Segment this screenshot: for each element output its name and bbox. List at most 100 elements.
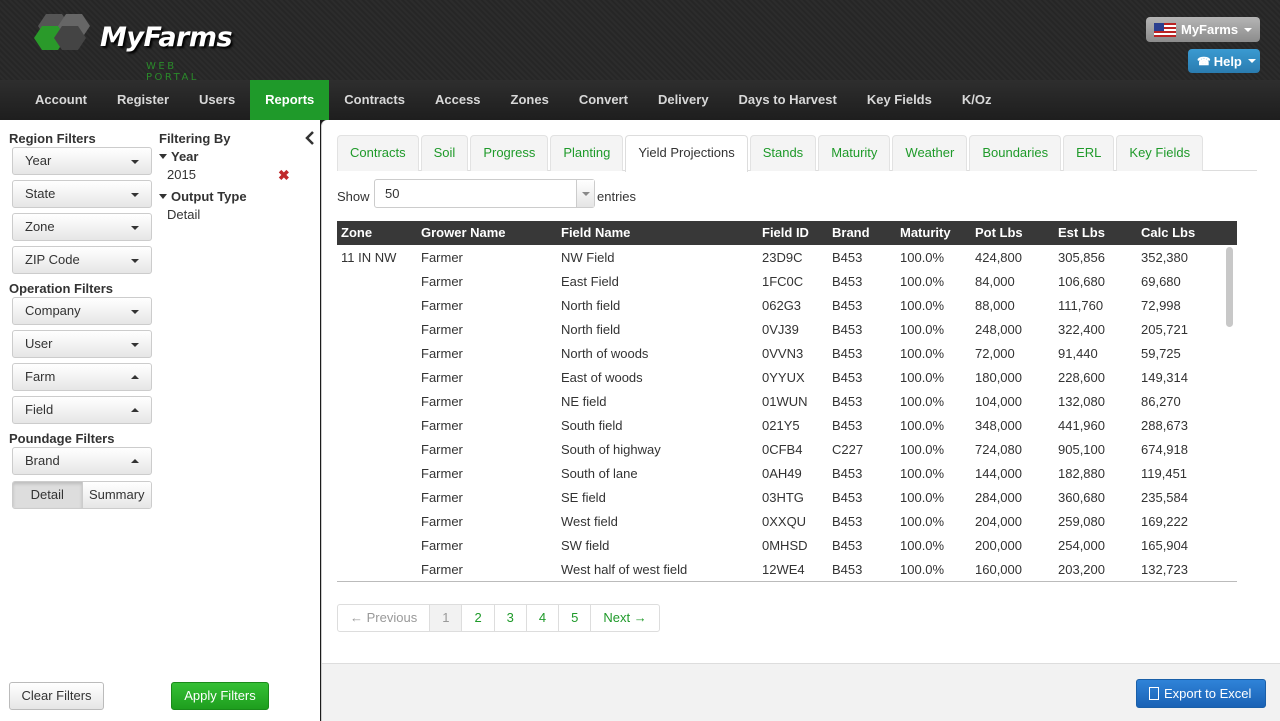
poundage-filters-title: Poundage Filters	[9, 431, 115, 446]
nav-reports[interactable]: Reports	[250, 80, 330, 120]
clear-filters-button[interactable]: Clear Filters	[9, 682, 104, 710]
app-header: MyFarms WEB PORTAL MyFarms ☎ Help	[0, 0, 1280, 83]
farm-dropdown[interactable]: Farm	[12, 363, 152, 391]
cell-field-id: 0VVN3	[762, 346, 804, 361]
tab-soil[interactable]: Soil	[420, 135, 469, 171]
table-row[interactable]: Farmer SE field 03HTG B453 100.0% 284,000 360,…	[337, 485, 1237, 509]
cell-est-lbs: 182,880	[1058, 466, 1105, 481]
cell-pot-lbs: 284,000	[975, 490, 1022, 505]
table-scrollbar[interactable]	[1226, 247, 1233, 327]
column-header-calc-lbs[interactable]: Calc Lbs	[1141, 221, 1195, 245]
nav-k-oz[interactable]: K/Oz	[947, 80, 1007, 120]
nav-convert[interactable]: Convert	[564, 80, 643, 120]
year-dropdown[interactable]: Year	[12, 147, 152, 175]
table-row[interactable]: Farmer North of woods 0VVN3 B453 100.0% 72,00…	[337, 341, 1237, 365]
table-row[interactable]: Farmer East Field 1FC0C B453 100.0% 84,000 106…	[337, 269, 1237, 293]
table-row[interactable]: Farmer North field 0VJ39 B453 100.0% 248,000 3…	[337, 317, 1237, 341]
collapse-sidebar-icon[interactable]	[303, 130, 317, 146]
previous-page-button[interactable]: ← Previous	[338, 605, 431, 631]
user-dropdown[interactable]: User	[12, 330, 152, 358]
table-row[interactable]: Farmer NE field 01WUN B453 100.0% 104,000 132,…	[337, 389, 1237, 413]
cell-field-id: 062G3	[762, 298, 802, 313]
tab-boundaries[interactable]: Boundaries	[969, 135, 1062, 171]
table-row[interactable]: Farmer East of woods 0YYUX B453 100.0% 180,00…	[337, 365, 1237, 389]
cell-field-id: 0YYUX	[762, 370, 805, 385]
field-dropdown[interactable]: Field	[12, 396, 152, 424]
logo-hexagons-icon	[34, 14, 90, 50]
dropdown-label: Zone	[25, 219, 55, 234]
filter-group-year[interactable]: Year	[159, 149, 198, 164]
column-header-maturity[interactable]: Maturity	[900, 221, 951, 245]
column-header-pot-lbs[interactable]: Pot Lbs	[975, 221, 1023, 245]
page-1-button[interactable]: 1	[430, 605, 463, 631]
detail-toggle-button[interactable]: Detail	[13, 482, 83, 508]
tab-progress[interactable]: Progress	[470, 135, 549, 171]
nav-users[interactable]: Users	[184, 80, 250, 120]
myfarms-logo[interactable]: MyFarms WEB PORTAL	[32, 12, 233, 83]
export-to-excel-button[interactable]: Export to Excel	[1136, 679, 1266, 708]
cell-maturity: 100.0%	[900, 490, 945, 505]
cell-field-name: North field	[561, 298, 621, 313]
tab-contracts[interactable]: Contracts	[337, 135, 419, 171]
dropdown-label: ZIP Code	[25, 252, 80, 267]
cell-brand: B453	[832, 466, 863, 481]
tab-planting[interactable]: Planting	[550, 135, 624, 171]
tab-weather[interactable]: Weather	[892, 135, 968, 171]
help-button[interactable]: ☎ Help	[1188, 49, 1260, 73]
zip-code-dropdown[interactable]: ZIP Code	[12, 246, 152, 274]
chevron-down-icon	[1244, 27, 1253, 32]
remove-filter-icon[interactable]: ✖	[278, 167, 290, 184]
cell-field-name: West field	[561, 514, 618, 529]
nav-delivery[interactable]: Delivery	[643, 80, 724, 120]
next-page-button[interactable]: Next →	[591, 605, 658, 631]
column-header-est-lbs[interactable]: Est Lbs	[1058, 221, 1105, 245]
tab-yield-projections[interactable]: Yield Projections	[625, 135, 748, 172]
page-5-button[interactable]: 5	[559, 605, 592, 631]
nav-contracts[interactable]: Contracts	[329, 80, 420, 120]
dropdown-label: Field	[25, 402, 54, 417]
tab-key-fields[interactable]: Key Fields	[1116, 135, 1204, 171]
page-4-button[interactable]: 4	[527, 605, 560, 631]
table-row[interactable]: Farmer South of highway 0CFB4 C227 100.0% 724…	[337, 437, 1237, 461]
zone-dropdown[interactable]: Zone	[12, 213, 152, 241]
tab-stands[interactable]: Stands	[749, 135, 817, 171]
report-footer: Export to Excel	[322, 663, 1280, 721]
table-row[interactable]: Farmer North field 062G3 B453 100.0% 88,000 11…	[337, 293, 1237, 317]
cell-pot-lbs: 424,800	[975, 250, 1022, 265]
nav-key-fields[interactable]: Key Fields	[852, 80, 947, 120]
cell-calc-lbs: 205,721	[1141, 322, 1188, 337]
page-3-button[interactable]: 3	[495, 605, 527, 631]
column-header-field-id[interactable]: Field ID	[762, 221, 809, 245]
cell-grower-name: Farmer	[421, 466, 463, 481]
nav-access[interactable]: Access	[420, 80, 496, 120]
table-row[interactable]: Farmer SW field 0MHSD B453 100.0% 200,000 254,…	[337, 533, 1237, 557]
tab-maturity[interactable]: Maturity	[818, 135, 891, 171]
column-header-grower-name[interactable]: Grower Name	[421, 221, 506, 245]
cell-field-id: 0XXQU	[762, 514, 807, 529]
cell-field-name: SE field	[561, 490, 606, 505]
table-row[interactable]: 11 IN NW Farmer NW Field 23D9C B453 100.0% 424…	[337, 245, 1237, 269]
nav-register[interactable]: Register	[102, 80, 184, 120]
nav-zones[interactable]: Zones	[496, 80, 564, 120]
page-2-button[interactable]: 2	[462, 605, 495, 631]
cell-calc-lbs: 59,725	[1141, 346, 1181, 361]
table-row[interactable]: Farmer West half of west field 12WE4 B453 10…	[337, 557, 1237, 581]
page-size-select[interactable]: 50	[374, 179, 595, 208]
table-row[interactable]: Farmer West field 0XXQU B453 100.0% 204,000 25…	[337, 509, 1237, 533]
filter-group-output-type[interactable]: Output Type	[159, 189, 247, 204]
company-dropdown[interactable]: Company	[12, 297, 152, 325]
column-header-brand[interactable]: Brand	[832, 221, 870, 245]
brand-dropdown[interactable]: Brand	[12, 447, 152, 475]
summary-toggle-button[interactable]: Summary	[82, 482, 151, 508]
nav-days-to-harvest[interactable]: Days to Harvest	[724, 80, 852, 120]
nav-account[interactable]: Account	[20, 80, 102, 120]
table-row[interactable]: Farmer South field 021Y5 B453 100.0% 348,000 4…	[337, 413, 1237, 437]
output-type-toggle: Detail Summary	[12, 481, 152, 509]
user-menu-button[interactable]: MyFarms	[1146, 17, 1260, 42]
column-header-field-name[interactable]: Field Name	[561, 221, 630, 245]
apply-filters-button[interactable]: Apply Filters	[171, 682, 269, 710]
tab-erl[interactable]: ERL	[1063, 135, 1115, 171]
column-header-zone[interactable]: Zone	[341, 221, 372, 245]
state-dropdown[interactable]: State	[12, 180, 152, 208]
table-row[interactable]: Farmer South of lane 0AH49 B453 100.0% 144,00…	[337, 461, 1237, 485]
